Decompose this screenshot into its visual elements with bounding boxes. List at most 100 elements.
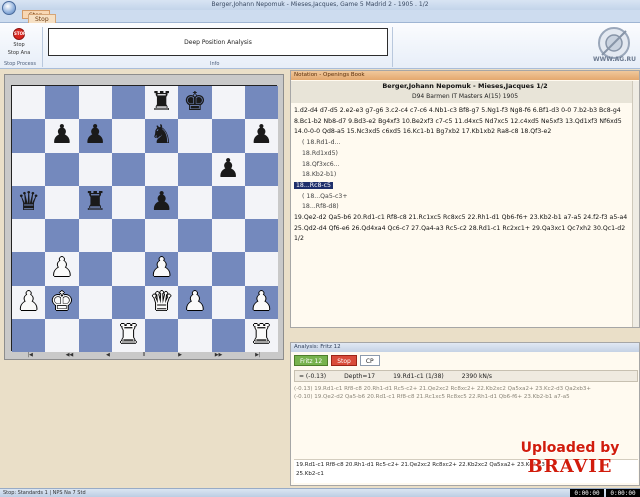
square-c6[interactable] — [78, 152, 112, 186]
square-a8[interactable] — [12, 86, 46, 120]
variation-line[interactable]: 18...Rf8-d8) — [294, 202, 636, 213]
square-e5[interactable]: ♟ — [145, 185, 179, 219]
square-g1[interactable] — [211, 318, 245, 352]
square-f7[interactable] — [178, 119, 212, 153]
square-e4[interactable] — [145, 219, 179, 253]
square-g6[interactable]: ♟ — [211, 152, 245, 186]
nav-button-1[interactable]: ◀◀ — [66, 352, 74, 358]
white-king-icon[interactable]: ♚ — [45, 286, 78, 319]
white-queen-icon[interactable]: ♛ — [145, 286, 178, 319]
variation-line[interactable]: 18.Rd1xd5) — [294, 149, 636, 160]
square-b3[interactable]: ♟ — [45, 252, 79, 286]
square-c7[interactable]: ♟ — [78, 119, 112, 153]
square-g8[interactable] — [211, 86, 245, 120]
white-rook-icon[interactable]: ♜ — [245, 319, 278, 352]
white-rook-icon[interactable]: ♜ — [112, 319, 145, 352]
square-h7[interactable]: ♟ — [244, 119, 278, 153]
square-h4[interactable] — [244, 219, 278, 253]
square-d7[interactable] — [111, 119, 145, 153]
black-rook-icon[interactable]: ♜ — [79, 186, 112, 219]
deep-analysis-panel[interactable]: Deep Position Analysis — [48, 28, 388, 56]
square-d6[interactable] — [111, 152, 145, 186]
square-b7[interactable]: ♟ — [45, 119, 79, 153]
moves-before[interactable]: 1.d2-d4 d7-d5 2.e2-e3 g7-g6 3.c2-c4 c7-c… — [294, 106, 636, 138]
square-a6[interactable] — [12, 152, 46, 186]
square-e6[interactable] — [145, 152, 179, 186]
engine-stop-button[interactable]: Stop — [331, 355, 357, 366]
square-e8[interactable]: ♜ — [145, 86, 179, 120]
notation-scrollbar[interactable] — [632, 81, 639, 327]
square-b8[interactable] — [45, 86, 79, 120]
square-g2[interactable] — [211, 285, 245, 319]
moves-after[interactable]: 19.Qe2-d2 Qa5-b6 20.Rd1-c1 Rf8-c8 21.Rc1… — [294, 213, 636, 234]
square-h3[interactable] — [244, 252, 278, 286]
engine-line[interactable]: (-0.13) 19.Rd1-c1 Rf8-c8 20.Rh1-d1 Rc5-c… — [294, 385, 638, 393]
square-b1[interactable] — [45, 318, 79, 352]
square-g3[interactable] — [211, 252, 245, 286]
black-pawn-icon[interactable]: ♟ — [145, 186, 178, 219]
square-a3[interactable] — [12, 252, 46, 286]
black-pawn-icon[interactable]: ♟ — [45, 119, 78, 152]
black-pawn-icon[interactable]: ♟ — [212, 153, 245, 186]
square-d2[interactable] — [111, 285, 145, 319]
square-g4[interactable] — [211, 219, 245, 253]
square-b4[interactable] — [45, 219, 79, 253]
nav-button-6[interactable]: ▶| — [255, 352, 261, 358]
white-pawn-icon[interactable]: ♟ — [45, 252, 78, 285]
stop-analysis-button[interactable]: STOP Stop Stop Ana — [6, 28, 32, 58]
square-c3[interactable] — [78, 252, 112, 286]
white-pawn-icon[interactable]: ♟ — [245, 286, 278, 319]
square-a7[interactable] — [12, 119, 46, 153]
move-list[interactable]: 1.d2-d4 d7-d5 2.e2-e3 g7-g6 3.c2-c4 c7-c… — [294, 106, 636, 245]
white-pawn-icon[interactable]: ♟ — [12, 286, 45, 319]
square-d5[interactable] — [111, 185, 145, 219]
square-b6[interactable] — [45, 152, 79, 186]
square-g5[interactable] — [211, 185, 245, 219]
black-pawn-icon[interactable]: ♟ — [245, 119, 278, 152]
tab-fritz[interactable]: Fritz 12 — [294, 355, 329, 366]
square-b2[interactable]: ♚ — [45, 285, 79, 319]
square-d8[interactable] — [111, 86, 145, 120]
square-f8[interactable]: ♚ — [178, 86, 212, 120]
black-queen-icon[interactable]: ♛ — [12, 186, 45, 219]
square-f3[interactable] — [178, 252, 212, 286]
square-h8[interactable] — [244, 86, 278, 120]
square-e3[interactable]: ♟ — [145, 252, 179, 286]
variation-line[interactable]: 18.Qf3xc6... — [294, 160, 636, 171]
square-c5[interactable]: ♜ — [78, 185, 112, 219]
current-move[interactable]: 18...Rc8-c5 — [294, 181, 333, 189]
square-f4[interactable] — [178, 219, 212, 253]
black-pawn-icon[interactable]: ♟ — [79, 119, 112, 152]
white-pawn-icon[interactable]: ♟ — [178, 286, 211, 319]
square-c1[interactable] — [78, 318, 112, 352]
square-e7[interactable]: ♞ — [145, 119, 179, 153]
square-a4[interactable] — [12, 219, 46, 253]
square-a1[interactable] — [12, 318, 46, 352]
square-f5[interactable] — [178, 185, 212, 219]
square-g7[interactable] — [211, 119, 245, 153]
tab-cp[interactable]: CP — [359, 355, 380, 366]
square-e1[interactable] — [145, 318, 179, 352]
black-knight-icon[interactable]: ♞ — [145, 119, 178, 152]
nav-button-2[interactable]: ◀ — [106, 352, 110, 358]
square-f2[interactable]: ♟ — [178, 285, 212, 319]
nav-button-3[interactable]: II — [143, 352, 146, 358]
black-rook-icon[interactable]: ♜ — [145, 86, 178, 119]
square-h1[interactable]: ♜ — [244, 318, 278, 352]
square-b5[interactable] — [45, 185, 79, 219]
variation-line[interactable]: 18.Kb2-b1) — [294, 170, 636, 181]
square-c8[interactable] — [78, 86, 112, 120]
square-a2[interactable]: ♟ — [12, 285, 46, 319]
square-a5[interactable]: ♛ — [12, 185, 46, 219]
chess-board[interactable]: ♜ ♚ ♟ ♟ ♞ ♟ ♟ ♛ ♜ ♟ ♟ ♟ ♟ ♚ ♛ ♟ ♟ ♜ ♜ — [11, 85, 278, 352]
square-h5[interactable] — [244, 185, 278, 219]
white-pawn-icon[interactable]: ♟ — [145, 252, 178, 285]
square-h6[interactable] — [244, 152, 278, 186]
engine-line[interactable]: (-0.10) 19.Qe2-d2 Qa5-b6 20.Rd1-c1 Rf8-c… — [294, 393, 638, 401]
nav-button-5[interactable]: ▶▶ — [215, 352, 223, 358]
square-d1[interactable]: ♜ — [111, 318, 145, 352]
app-menu-button[interactable] — [2, 1, 16, 15]
nav-button-0[interactable]: |◀ — [27, 352, 33, 358]
square-f6[interactable] — [178, 152, 212, 186]
square-e2[interactable]: ♛ — [145, 285, 179, 319]
